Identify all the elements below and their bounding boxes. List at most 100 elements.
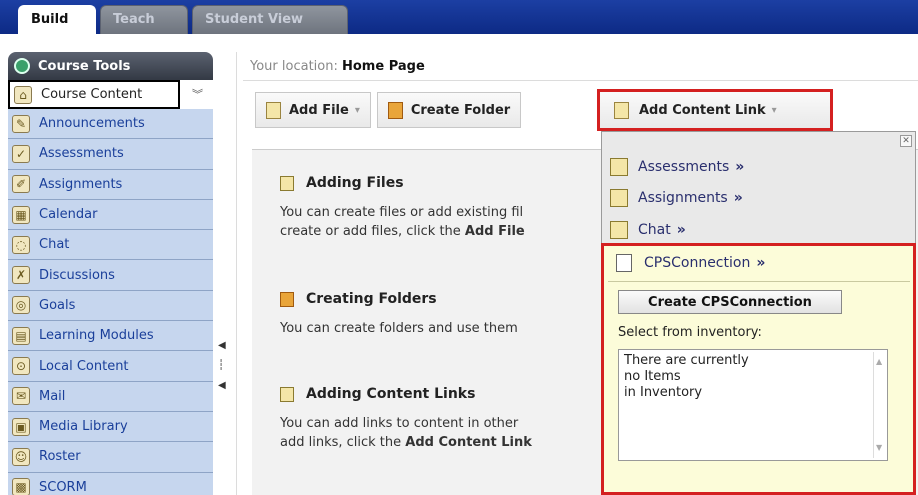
sidebar-item-label: Mail: [39, 388, 66, 404]
local-content-icon: ⊙: [12, 357, 30, 376]
inventory-line: in Inventory: [624, 385, 703, 400]
menu-item-assessments[interactable]: Assessments »: [610, 156, 744, 178]
discussions-icon: ✗: [12, 266, 30, 285]
sidebar-item-scorm[interactable]: ▩ SCORM: [8, 472, 213, 495]
sidebar-item-label: Media Library: [39, 419, 128, 435]
sidebar-item-mail[interactable]: ✉ Mail: [8, 381, 213, 412]
section-line: You can create folders and use them: [280, 321, 518, 336]
menu-item-chat[interactable]: Chat »: [610, 219, 686, 241]
sidebar-item-discussions[interactable]: ✗ Discussions: [8, 260, 213, 291]
sidebar-item-label: Chat: [39, 237, 70, 253]
dropdown-arrow-icon: ▾: [771, 104, 777, 116]
section-line: create or add files, click the: [280, 224, 465, 239]
assignments-icon: [610, 189, 628, 207]
section-bold: Add File: [464, 224, 525, 239]
add-file-button[interactable]: Add File ▾: [255, 92, 371, 128]
sidebar-item-roster[interactable]: ☺ Roster: [8, 442, 213, 473]
section-text: You can create folders and use them: [280, 319, 620, 338]
media-library-icon: ▣: [12, 417, 30, 436]
menu-item-label: Chat: [638, 222, 671, 238]
sidebar-item-calendar[interactable]: ▦ Calendar: [8, 199, 213, 231]
expand-arrow-icon: »: [733, 190, 743, 206]
tab-teach[interactable]: Teach: [100, 5, 188, 34]
listbox-scrollbar[interactable]: ▲ ▼: [873, 352, 885, 458]
add-content-link-button[interactable]: Add Content Link ▾: [597, 89, 833, 131]
scroll-down-icon[interactable]: ▼: [876, 440, 882, 456]
course-tools-icon: [14, 58, 30, 74]
creating-folders-section: Creating Folders You can create folders …: [280, 291, 620, 338]
course-tools-sidebar: Course Tools ⌂ Course Content ︾ ✎ Announ…: [8, 52, 213, 495]
calendar-icon: ▦: [12, 205, 30, 224]
chevron-down-icon[interactable]: ︾: [192, 86, 203, 102]
sidebar-item-label: SCORM: [39, 479, 87, 495]
collapse-arrow-icon[interactable]: ◀: [218, 340, 232, 360]
chat-icon: [610, 221, 628, 239]
section-bold: Add Content Link: [405, 435, 532, 450]
inventory-line: no Items: [624, 369, 681, 384]
sidebar-header-title: Course Tools: [38, 58, 131, 74]
scroll-up-icon[interactable]: ▲: [876, 354, 882, 370]
sidebar-item-label: Calendar: [39, 207, 98, 223]
cpsconnection-icon: [616, 254, 632, 272]
create-folder-label: Create Folder: [410, 102, 511, 118]
sidebar-item-assessments[interactable]: ✓ Assessments: [8, 139, 213, 170]
learning-modules-icon: ▤: [12, 326, 30, 345]
section-heading: Creating Folders: [280, 291, 620, 307]
create-cpsconnection-button[interactable]: Create CPSConnection: [618, 290, 842, 314]
section-text: You can add links to content in other ad…: [280, 414, 620, 452]
content-link-icon: [614, 101, 629, 119]
assessments-icon: ✓: [12, 144, 30, 163]
sidebar-item-label: Announcements: [39, 116, 145, 132]
expand-arrow-icon: »: [756, 255, 766, 271]
inventory-listbox[interactable]: There are currently no Items in Inventor…: [618, 349, 888, 461]
goals-icon: ◎: [12, 296, 30, 315]
section-title: Adding Content Links: [306, 386, 476, 402]
sidebar-item-announcements[interactable]: ✎ Announcements: [8, 109, 213, 140]
menu-item-assignments[interactable]: Assignments »: [610, 187, 743, 209]
section-line: You can create files or add existing fil: [280, 205, 524, 220]
content-link-icon: [280, 386, 294, 402]
section-line: You can add links to content in other: [280, 416, 519, 431]
sidebar-item-assignments[interactable]: ✐ Assignments: [8, 169, 213, 200]
sidebar-item-media-library[interactable]: ▣ Media Library: [8, 411, 213, 443]
sidebar-divider: [236, 52, 237, 495]
close-icon[interactable]: ✕: [900, 135, 912, 147]
sidebar-item-learning-modules[interactable]: ▤ Learning Modules: [8, 321, 213, 352]
content-toolbar: Add File ▾ Create Folder: [255, 92, 615, 128]
create-folder-button[interactable]: Create Folder: [376, 92, 522, 128]
collapse-arrow-icon[interactable]: ◀: [218, 380, 232, 400]
roster-icon: ☺: [12, 447, 30, 466]
divider: [608, 281, 910, 282]
sidebar-item-chat[interactable]: ◌ Chat: [8, 230, 213, 261]
sidebar-collapse-handle[interactable]: ◀ ┆ ◀: [218, 340, 232, 420]
sidebar-item-local-content[interactable]: ⊙ Local Content: [8, 351, 213, 382]
section-line: add links, click the: [280, 435, 406, 450]
folder-icon: [387, 101, 403, 119]
section-title: Creating Folders: [306, 291, 437, 307]
sidebar-item-label: Assessments: [39, 146, 124, 162]
adding-content-links-section: Adding Content Links You can add links t…: [280, 386, 620, 452]
inventory-line: There are currently: [624, 353, 749, 368]
section-heading: Adding Files: [280, 175, 620, 191]
assignments-icon: ✐: [12, 175, 30, 194]
scorm-icon: ▩: [12, 478, 30, 495]
section-title: Adding Files: [306, 175, 404, 191]
drag-handle-icon[interactable]: ┆: [218, 360, 232, 380]
announcements-icon: ✎: [12, 114, 30, 133]
menu-item-cpsconnection[interactable]: CPSConnection »: [616, 254, 765, 272]
add-content-link-label: Add Content Link: [639, 102, 766, 118]
sidebar-item-label: Learning Modules: [39, 328, 154, 344]
sidebar-item-goals[interactable]: ◎ Goals: [8, 290, 213, 322]
sidebar-item-label: Discussions: [39, 267, 115, 283]
sidebar-item-course-content[interactable]: ⌂ Course Content ︾: [8, 80, 203, 109]
breadcrumb-current: Home Page: [342, 59, 425, 74]
file-icon: [280, 175, 294, 191]
cps-title-label: CPSConnection: [644, 255, 751, 271]
expand-arrow-icon: »: [735, 159, 745, 175]
folder-icon: [280, 291, 294, 307]
chat-icon: ◌: [12, 235, 30, 254]
tab-student-view[interactable]: Student View: [192, 5, 348, 34]
tab-build[interactable]: Build: [18, 5, 96, 34]
sidebar-item-label: Goals: [39, 297, 76, 313]
section-text: You can create files or add existing fil…: [280, 203, 620, 241]
